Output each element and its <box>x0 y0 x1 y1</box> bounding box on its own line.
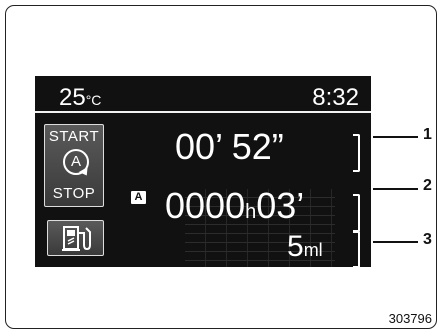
callout-3: 3 <box>423 231 432 248</box>
stop-label: STOP <box>52 185 96 202</box>
callout-2: 2 <box>423 177 432 194</box>
leader-line-3 <box>373 241 418 243</box>
total-time-readout: 0000h03’ <box>165 187 304 231</box>
status-bar: 25°C 8:32 <box>35 76 371 112</box>
fuel-saved-value: 5 <box>287 230 304 263</box>
fuel-saved-readout: 5ml <box>287 231 323 266</box>
bracket-1 <box>353 134 360 172</box>
leader-line-1 <box>373 136 418 138</box>
fuel-pump-glyph <box>62 226 91 251</box>
temperature-unit: °C <box>85 92 102 108</box>
mode-badge: A <box>131 191 146 204</box>
leader-line-2 <box>373 188 418 190</box>
stop-time-readout: 00’ 52” <box>175 126 284 167</box>
total-time-minutes: 03’ <box>256 185 305 226</box>
hours-unit: h <box>245 201 257 223</box>
instrument-display: 25°C 8:32 START A STOP A 00’ 52” 0000h03… <box>35 76 371 267</box>
start-stop-icon: START A STOP <box>44 124 104 207</box>
outside-temperature: 25°C <box>59 85 101 113</box>
callout-1: 1 <box>423 126 432 143</box>
fuel-saved-unit: ml <box>303 240 323 260</box>
divider-line <box>35 111 371 113</box>
temperature-value: 25 <box>59 84 86 111</box>
clock: 8:32 <box>312 84 359 111</box>
start-label: START <box>48 128 100 145</box>
bracket-2 <box>353 194 360 232</box>
fuel-pump-icon <box>47 220 104 256</box>
figure-reference-number: 303796 <box>388 311 432 326</box>
bracket-3 <box>353 231 360 267</box>
total-time-hours: 0000 <box>165 185 246 226</box>
